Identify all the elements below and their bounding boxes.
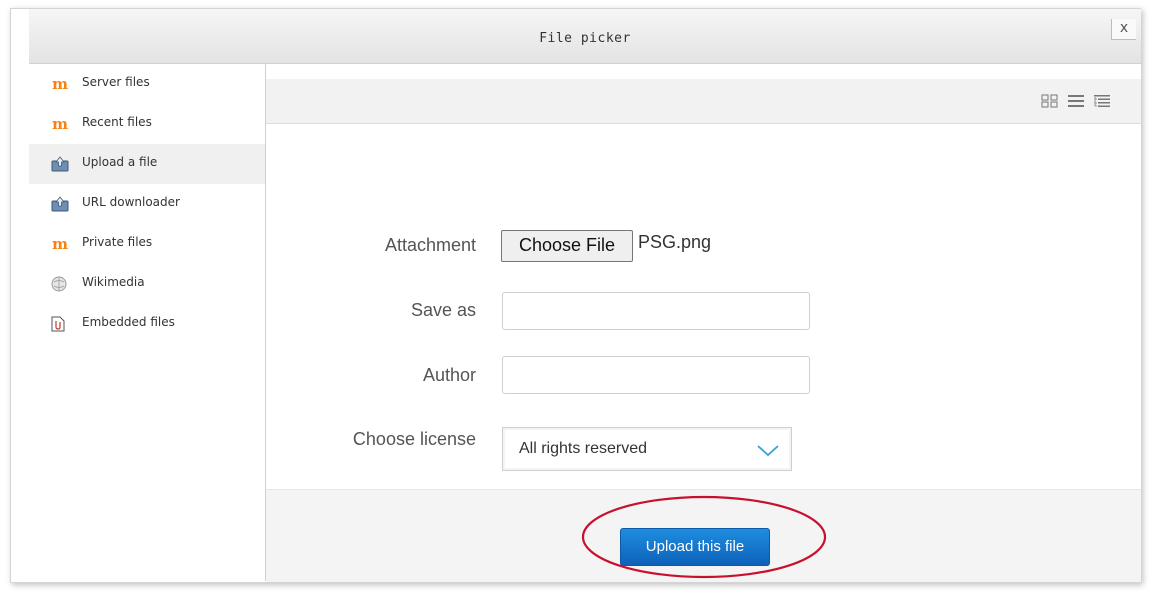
sidebar-item-label: Upload a file [82, 155, 158, 169]
save-as-input[interactable] [502, 292, 810, 330]
repository-sidebar: m Server files m Recent files Upload a f… [29, 64, 266, 581]
dialog-title: File picker [539, 31, 631, 46]
wikimedia-icon [51, 276, 69, 292]
license-label: Choose license [352, 429, 476, 449]
upload-icon [51, 196, 69, 212]
upload-file-button[interactable]: Upload this file [620, 528, 770, 566]
chevron-down-icon [757, 442, 779, 461]
save-as-label: Save as [410, 300, 476, 320]
author-label: Author [422, 365, 476, 385]
sidebar-item-url-downloader[interactable]: URL downloader [29, 184, 265, 224]
sidebar-item-recent-files[interactable]: m Recent files [29, 104, 265, 144]
upload-icon [51, 156, 69, 172]
license-select[interactable]: All rights reserved [502, 427, 792, 471]
sidebar-item-label: Recent files [82, 115, 152, 129]
view-toolbar [266, 79, 1141, 124]
moodle-icon: m [52, 115, 68, 133]
file-picker-dialog: File picker x m Server files m Recent fi… [10, 8, 1141, 583]
sidebar-item-label: Private files [82, 235, 153, 249]
icons-view-icon[interactable] [1041, 93, 1059, 112]
dialog-titlebar: File picker [29, 9, 1141, 64]
close-button[interactable]: x [1111, 19, 1136, 40]
sidebar-item-embedded-files[interactable]: Embedded files [29, 304, 265, 344]
sidebar-item-server-files[interactable]: m Server files [29, 64, 265, 104]
sidebar-item-private-files[interactable]: m Private files [29, 224, 265, 264]
author-input[interactable] [502, 356, 810, 394]
sidebar-item-upload-a-file[interactable]: Upload a file [29, 144, 265, 184]
view-switcher [1041, 93, 1111, 112]
license-selected-value: All rights reserved [519, 440, 648, 457]
moodle-icon: m [52, 235, 68, 253]
upload-form: Attachment Choose File PSG.png Save as A… [266, 124, 1141, 490]
attachment-label: Attachment [384, 235, 476, 255]
choose-file-button[interactable]: Choose File [501, 230, 633, 262]
tree-view-icon[interactable] [1093, 93, 1111, 112]
sidebar-item-label: URL downloader [82, 195, 180, 209]
sidebar-item-label: Server files [82, 75, 150, 89]
moodle-icon: m [52, 75, 68, 93]
sidebar-item-label: Embedded files [82, 315, 175, 329]
list-view-icon[interactable] [1067, 93, 1085, 112]
sidebar-item-label: Wikimedia [82, 275, 145, 289]
embedded-file-icon [51, 316, 69, 332]
selected-file-name: PSG.png [638, 232, 712, 252]
dialog-footer: Upload this file [266, 489, 1141, 582]
sidebar-item-wikimedia[interactable]: Wikimedia [29, 264, 265, 304]
